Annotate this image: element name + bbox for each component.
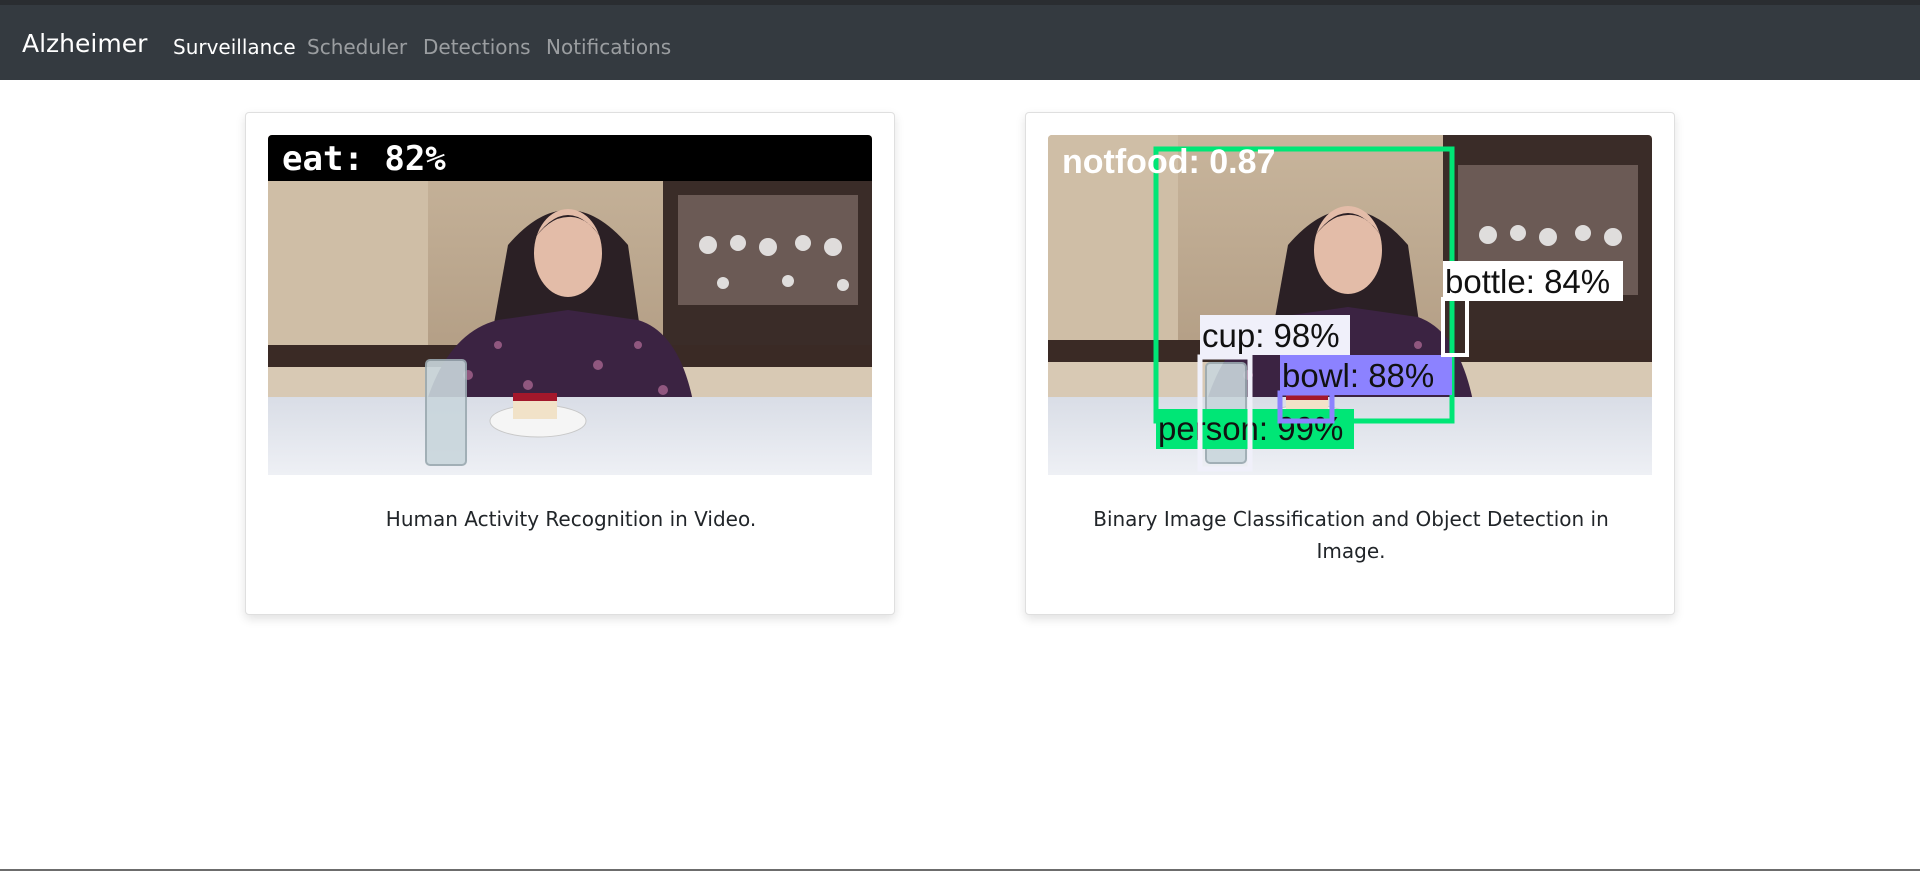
detection-image-frame[interactable]: person: 99% cup: 98% bowl: 88% bottle: 8… bbox=[1048, 135, 1652, 475]
activity-video-frame[interactable]: eat: 82% bbox=[268, 135, 872, 475]
nav-link-detections[interactable]: Detections bbox=[423, 35, 531, 59]
activity-card-caption: Human Activity Recognition in Video. bbox=[385, 507, 757, 531]
activity-recognition-card: eat: 82% Human Activity Recognition in V… bbox=[245, 112, 895, 615]
detection-scene-illustration: person: 99% cup: 98% bowl: 88% bottle: 8… bbox=[1048, 135, 1652, 475]
brand-link[interactable]: Alzheimer bbox=[22, 29, 147, 58]
activity-scene-illustration: eat: 82% bbox=[268, 135, 872, 475]
nav-link-scheduler[interactable]: Scheduler bbox=[307, 35, 407, 59]
detection-card-caption: Binary Image Classification and Object D… bbox=[1093, 507, 1609, 563]
nav-link-surveillance[interactable]: Surveillance bbox=[173, 35, 296, 59]
cup-detection-label: cup: 98% bbox=[1202, 317, 1340, 354]
bowl-detection-label: bowl: 88% bbox=[1282, 357, 1434, 394]
classification-label-overlay: notfood: 0.87 bbox=[1062, 143, 1275, 181]
detection-card: person: 99% cup: 98% bowl: 88% bottle: 8… bbox=[1025, 112, 1675, 615]
bottle-detection-label: bottle: 84% bbox=[1445, 263, 1610, 300]
activity-label-overlay: eat: 82% bbox=[282, 139, 446, 179]
nav-link-notifications[interactable]: Notifications bbox=[546, 35, 671, 59]
top-navbar: Alzheimer Surveillance Scheduler Detecti… bbox=[0, 5, 1920, 80]
